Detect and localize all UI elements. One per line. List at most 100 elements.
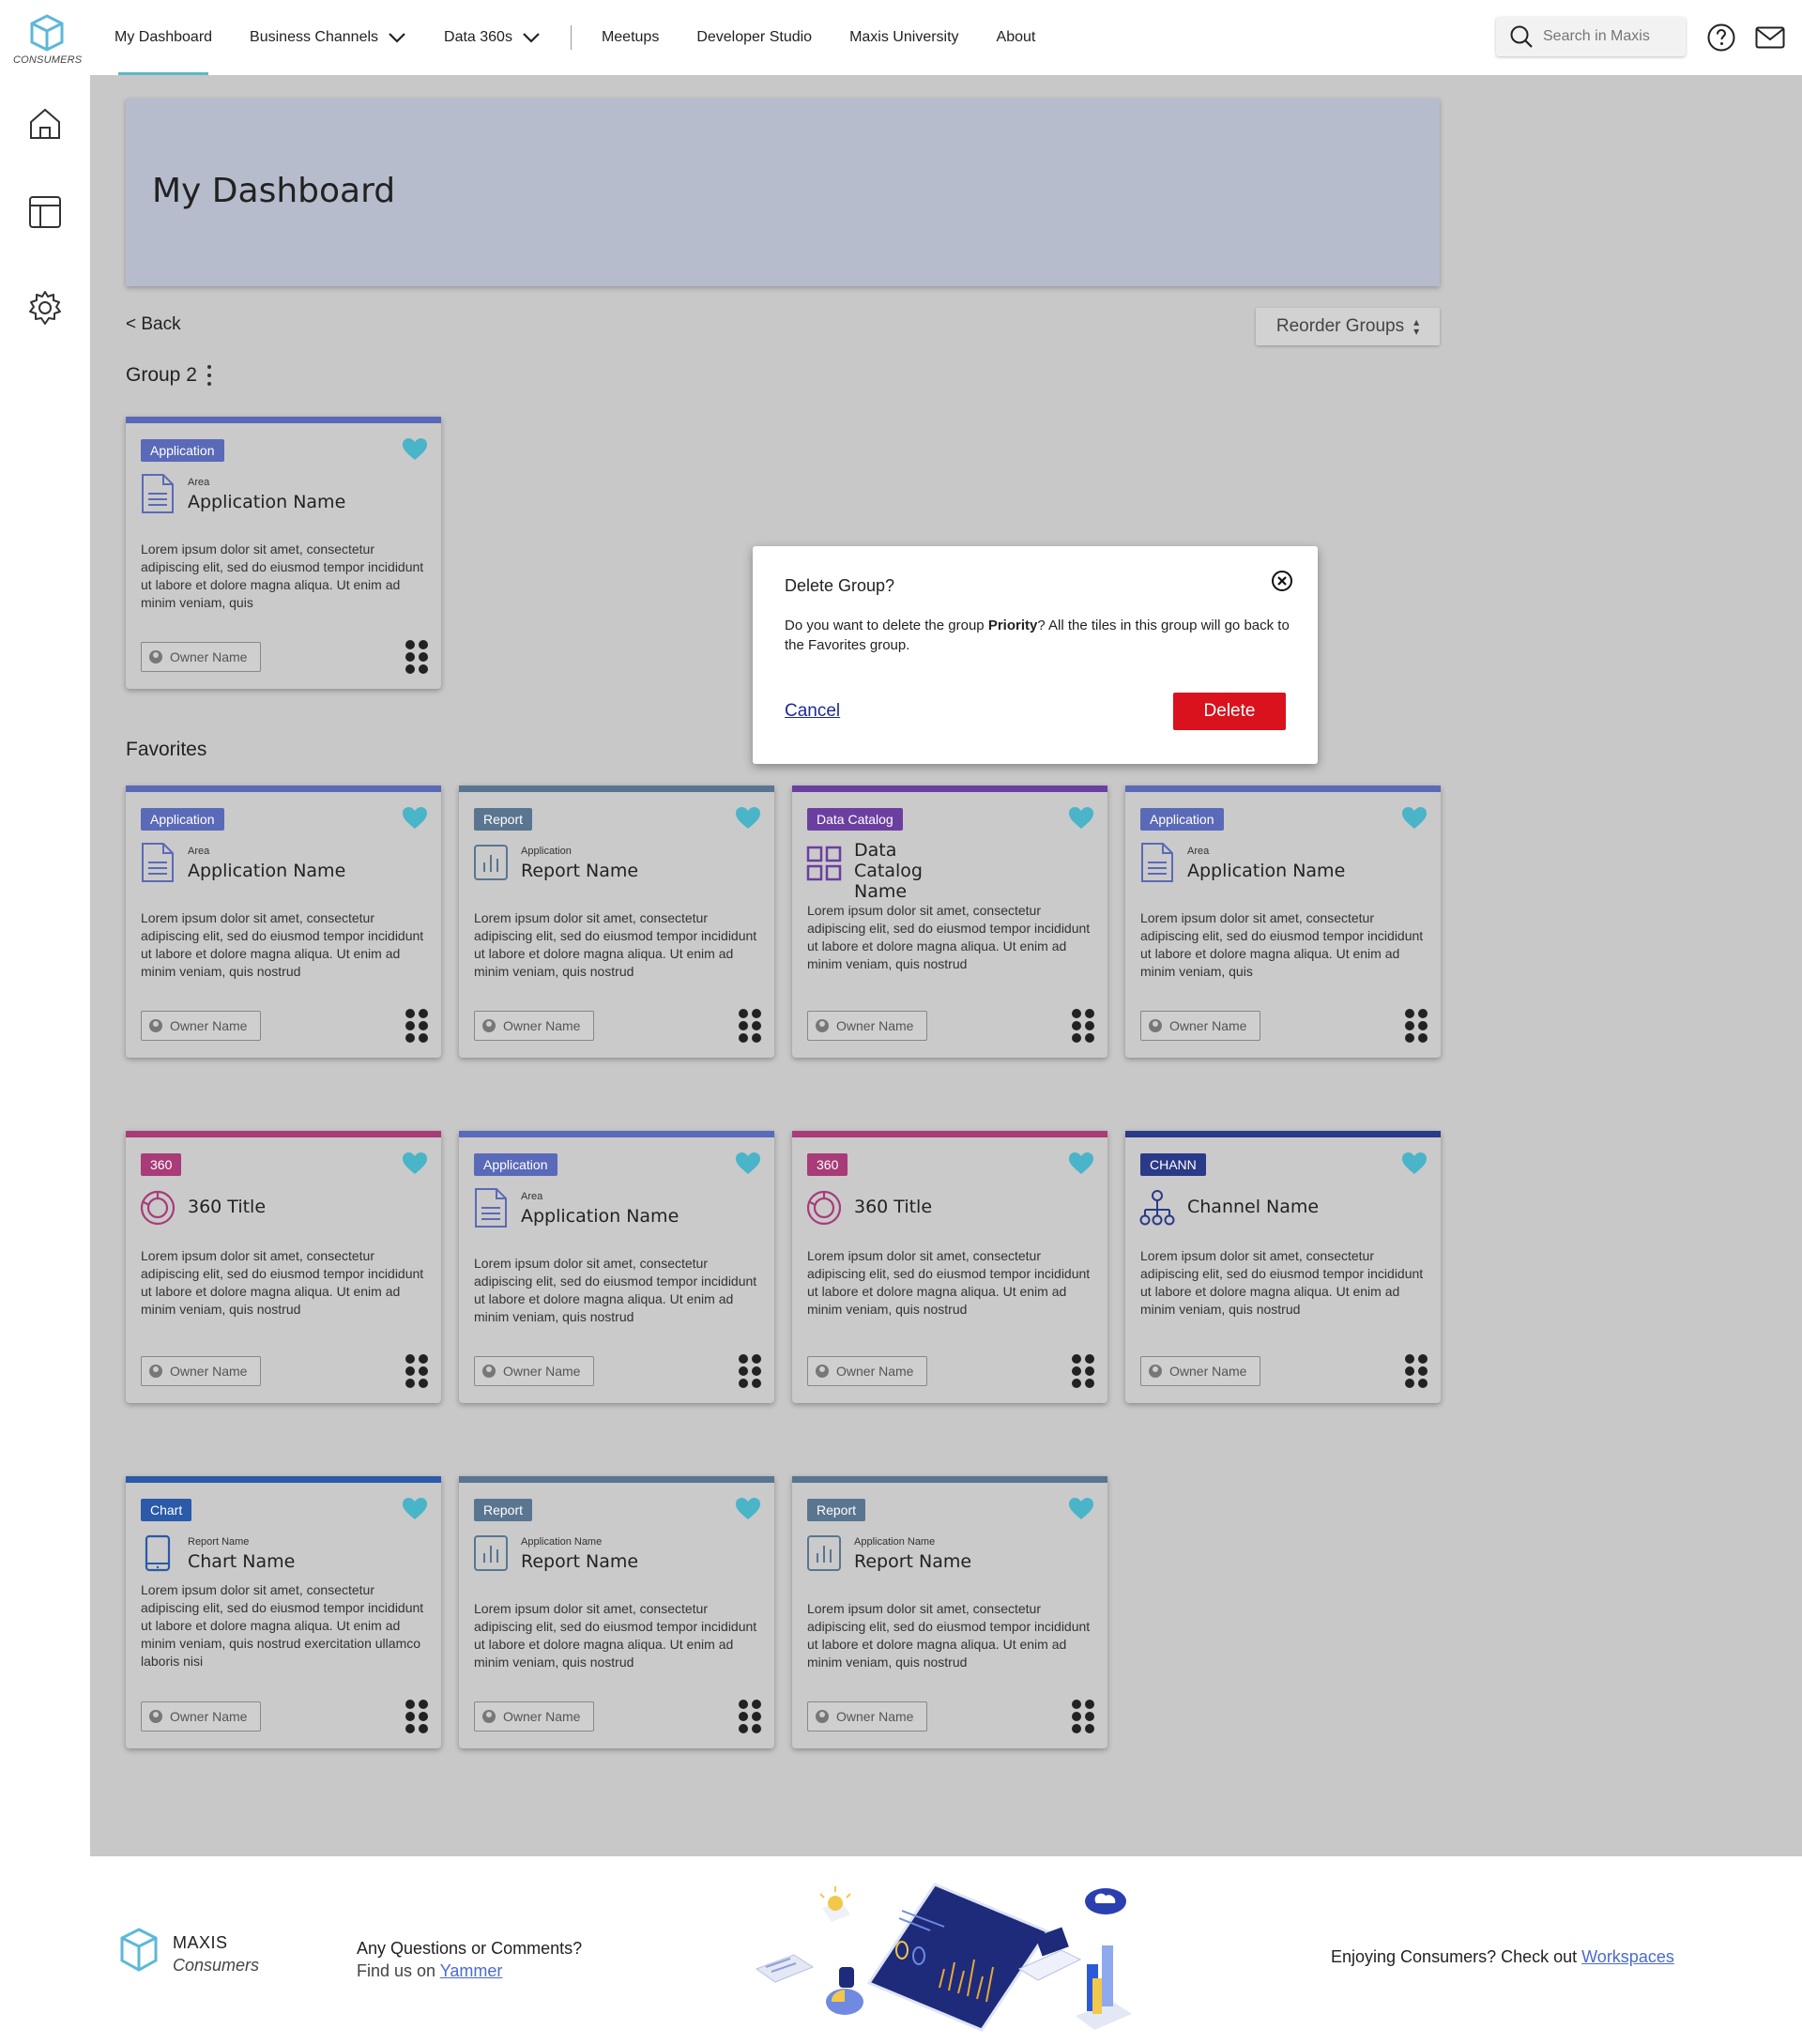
layout-icon[interactable] (26, 193, 64, 231)
tablet-icon (139, 1533, 176, 1574)
drag-handle-icon[interactable] (1072, 1009, 1094, 1043)
nav-business-channels[interactable]: Business Channels (250, 0, 406, 75)
owner-chip[interactable]: Owner Name (807, 1701, 928, 1731)
owner-chip[interactable]: Owner Name (141, 1011, 262, 1041)
nav-meetups[interactable]: Meetups (602, 0, 659, 75)
favorite-heart-icon[interactable] (735, 1497, 761, 1521)
drag-handle-icon[interactable] (1072, 1700, 1094, 1733)
tile-description: Lorem ipsum dolor sit amet, consectetur … (141, 542, 424, 610)
favorite-heart-icon[interactable] (402, 1152, 428, 1176)
owner-chip[interactable]: Owner Name (474, 1701, 595, 1731)
owner-chip[interactable]: Owner Name (141, 1356, 262, 1386)
tile-description: Lorem ipsum dolor sit amet, consectetur … (807, 903, 1091, 971)
reorder-groups-button[interactable]: Reorder Groups ▴ ▾ (1256, 308, 1440, 345)
tile-area: Area (188, 477, 210, 488)
tile-card[interactable]: Report Application Name Report Name Lorem i… (792, 1476, 1107, 1748)
search-input[interactable] (1543, 28, 1674, 45)
nav-maxis-university[interactable]: Maxis University (849, 0, 958, 75)
donut-icon (805, 1187, 843, 1228)
tile-color-bar (459, 1476, 774, 1483)
tile-card[interactable]: Report Application Report Name Lorem ipsum … (459, 786, 774, 1058)
owner-name: Owner Name (836, 1018, 914, 1033)
tile-color-bar (459, 1131, 774, 1137)
favorite-heart-icon[interactable] (1068, 1497, 1094, 1521)
tile-card[interactable]: 360 360 Title Lorem ipsum dolor sit amet, … (792, 1131, 1107, 1403)
favorite-heart-icon[interactable] (1068, 1152, 1094, 1176)
tile-card[interactable]: 360 360 Title Lorem ipsum dolor sit amet, … (126, 1131, 441, 1403)
workspaces-link[interactable]: Workspaces (1581, 1947, 1674, 1966)
owner-chip[interactable]: Owner Name (807, 1356, 928, 1386)
gear-icon[interactable] (26, 289, 64, 327)
tile-card[interactable]: Application Area Application Name Lorem ips… (459, 1131, 774, 1403)
tile-area: Area (188, 846, 210, 857)
user-icon (816, 1365, 829, 1378)
tile-type-tag: Application (141, 808, 224, 831)
owner-chip[interactable]: Owner Name (141, 1701, 262, 1731)
tile-type-tag: Report (474, 1499, 533, 1521)
tile-description: Lorem ipsum dolor sit amet, consectetur … (474, 1256, 757, 1324)
nav-label: About (996, 29, 1036, 45)
cancel-link[interactable]: Cancel (785, 701, 840, 722)
tile-card[interactable]: Data Catalog Data Catalog Name Lorem ipsum… (792, 786, 1107, 1058)
tile-color-bar (126, 1476, 441, 1483)
dialog-message: Do you want to delete the group Priority… (785, 616, 1291, 655)
drag-handle-icon[interactable] (405, 1354, 428, 1388)
tile-card[interactable]: Application Area Application Name Lorem ips… (126, 786, 441, 1058)
favorite-heart-icon[interactable] (1401, 806, 1428, 831)
delete-button[interactable]: Delete (1173, 693, 1286, 730)
consumers-logo[interactable]: CONSUMERS (13, 11, 82, 69)
drag-handle-icon[interactable] (1405, 1354, 1428, 1388)
drag-handle-icon[interactable] (739, 1700, 761, 1733)
owner-chip[interactable]: Owner Name (474, 1011, 595, 1041)
nav-label: Meetups (601, 29, 660, 45)
tile-card[interactable]: Application Area Application Name Lorem ips… (1125, 786, 1441, 1058)
kebab-menu-icon[interactable] (206, 365, 212, 386)
drag-handle-icon[interactable] (405, 1009, 428, 1043)
yammer-link[interactable]: Yammer (440, 1961, 503, 1980)
grid-icon (805, 842, 843, 883)
favorite-heart-icon[interactable] (402, 437, 428, 462)
cube-logo-icon (30, 14, 64, 52)
footer-brand-sub: Consumers (173, 1956, 260, 1975)
drag-handle-icon[interactable] (405, 640, 428, 674)
tile-card[interactable]: CHANN Channel Name Lorem ipsum dolor sit a… (1125, 1131, 1441, 1403)
owner-chip[interactable]: Owner Name (474, 1356, 595, 1386)
favorite-heart-icon[interactable] (1068, 806, 1094, 831)
drag-handle-icon[interactable] (1072, 1354, 1094, 1388)
favorite-heart-icon[interactable] (1401, 1152, 1428, 1176)
favorite-heart-icon[interactable] (735, 1152, 761, 1176)
nav-about[interactable]: About (997, 0, 1036, 75)
tile-description: Lorem ipsum dolor sit amet, consectetur … (474, 910, 757, 979)
nav-my-dashboard[interactable]: My Dashboard (115, 0, 212, 75)
tile-description: Lorem ipsum dolor sit amet, consectetur … (141, 1582, 424, 1669)
tile-card[interactable]: Chart Report Name Chart Name Lorem ipsum do… (126, 1476, 441, 1748)
back-link[interactable]: < Back (126, 314, 181, 335)
favorite-heart-icon[interactable] (735, 806, 761, 831)
favorite-heart-icon[interactable] (402, 806, 428, 831)
nav-developer-studio[interactable]: Developer Studio (696, 0, 812, 75)
drag-handle-icon[interactable] (739, 1009, 761, 1043)
group-title: Favorites (126, 739, 207, 760)
owner-name: Owner Name (503, 1018, 581, 1033)
nav-label: Maxis University (849, 29, 959, 45)
mail-icon[interactable] (1755, 23, 1785, 53)
owner-chip[interactable]: Owner Name (1140, 1011, 1261, 1041)
reorder-label: Reorder Groups (1275, 316, 1405, 336)
tile-card[interactable]: Report Application Name Report Name Lorem i… (459, 1476, 774, 1748)
drag-handle-icon[interactable] (739, 1354, 761, 1388)
tile-card[interactable]: Application Area Application Name Lorem ips… (126, 417, 441, 689)
drag-handle-icon[interactable] (405, 1700, 428, 1733)
close-icon[interactable] (1271, 570, 1293, 592)
home-icon[interactable] (26, 105, 64, 143)
favorite-heart-icon[interactable] (402, 1497, 428, 1521)
nav-data-360s[interactable]: Data 360s (444, 0, 541, 75)
user-icon (816, 1710, 829, 1723)
tile-area: Area (1187, 846, 1210, 857)
search-box[interactable] (1496, 17, 1686, 56)
owner-chip[interactable]: Owner Name (1140, 1356, 1261, 1386)
drag-handle-icon[interactable] (1405, 1009, 1428, 1043)
message-text: Do you want to delete the group (785, 618, 988, 633)
owner-chip[interactable]: Owner Name (807, 1011, 928, 1041)
owner-chip[interactable]: Owner Name (141, 642, 262, 672)
help-icon[interactable] (1706, 23, 1736, 53)
